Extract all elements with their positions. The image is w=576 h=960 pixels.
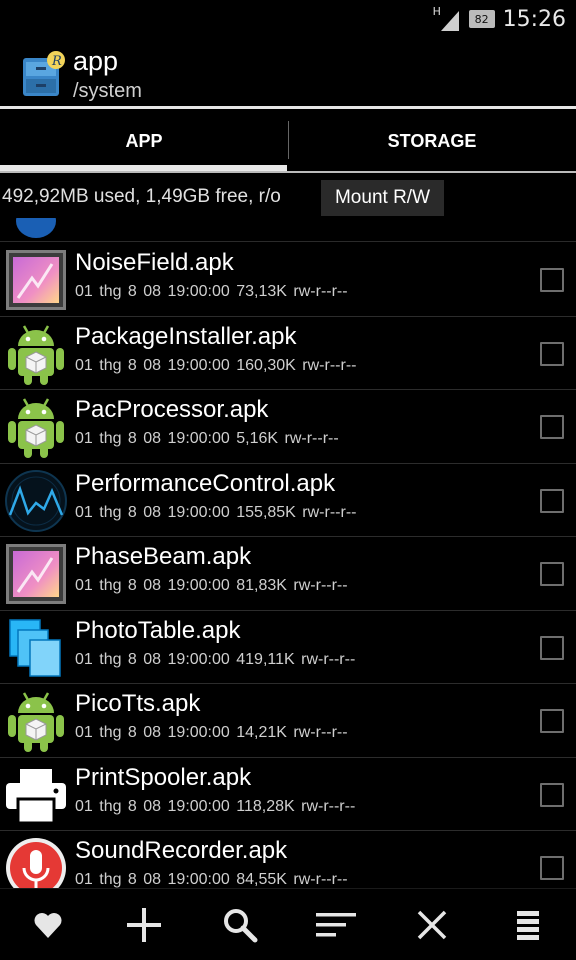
file-name: PhaseBeam.apk [75,543,252,570]
select-checkbox[interactable] [540,635,564,660]
file-name: PicoTts.apk [75,690,201,717]
mount-rw-button[interactable]: Mount R/W [321,180,444,216]
battery-level: 82 [474,12,489,26]
file-list[interactable]: NoiseField.apk 01 thg 8 08 19:00:00 73,1… [0,218,576,888]
select-checkbox[interactable] [540,415,564,439]
bottom-toolbar [0,888,576,960]
network-type: H [432,5,441,18]
file-details: 01 thg 8 08 19:00:00 160,30K rw-r--r-- [75,356,357,374]
action-bar: R app /system [0,38,576,106]
root-explorer-app-icon[interactable]: R [20,50,66,98]
battery-icon: 82 [468,10,495,28]
android-icon [4,322,68,386]
file-name: PrintSpooler.apk [75,763,252,791]
performance-graph-icon [4,469,68,533]
sort-icon[interactable] [314,903,358,947]
file-name: PacProcessor.apk [75,396,269,423]
photo-table-icon [4,616,68,680]
tab-divider [288,121,289,159]
select-checkbox[interactable] [540,709,564,733]
file-name: PerformanceControl.apk [75,469,336,497]
status-bar: H 82 15:26 [0,0,576,38]
folder-path: /system [73,80,142,102]
svg-text:R: R [51,54,62,69]
file-details: 01 thg 8 08 19:00:00 5,16K rw-r--r-- [75,430,339,447]
list-item[interactable]: NoiseField.apk 01 thg 8 08 19:00:00 73,1… [0,243,576,317]
select-checkbox[interactable] [540,488,564,513]
list-item[interactable]: PicoTts.apk 01 thg 8 08 19:00:00 14,21K … [0,684,576,758]
file-name: SoundRecorder.apk [75,837,288,864]
list-item[interactable]: PrintSpooler.apk 01 thg 8 08 19:00:00 11… [0,758,576,831]
tab-storage[interactable]: STORAGE [288,109,576,173]
file-details: 01 thg 8 08 19:00:00 84,55K rw-r--r-- [75,871,348,888]
gallery-icon [4,542,68,606]
tab-app[interactable]: APP [0,109,288,173]
storage-info-text: 492,92MB used, 1,49GB free, r/o [2,186,281,207]
folder-title: app [73,46,119,76]
file-details: 01 thg 8 08 19:00:00 14,21K rw-r--r-- [75,724,348,741]
select-checkbox[interactable] [540,268,564,292]
list-item[interactable]: PacProcessor.apk 01 thg 8 08 19:00:00 5,… [0,390,576,464]
favorite-icon[interactable] [26,903,70,947]
file-details: 01 thg 8 08 19:00:00 419,11K rw-r--r-- [75,650,356,668]
list-item[interactable]: SoundRecorder.apk 01 thg 8 08 19:00:00 8… [0,831,576,888]
select-checkbox[interactable] [540,341,564,366]
add-icon[interactable] [122,903,166,947]
android-icon [4,395,68,459]
clock: 15:26 [502,6,566,32]
tab-bar-underline [0,171,576,173]
file-name: NoiseField.apk [75,249,234,276]
file-details: 01 thg 8 08 19:00:00 81,83K rw-r--r-- [75,577,348,594]
search-icon[interactable] [218,903,262,947]
list-item[interactable]: PerformanceControl.apk 01 thg 8 08 19:00… [0,464,576,537]
file-name: PackageInstaller.apk [75,322,297,350]
gallery-icon [4,248,68,312]
storage-info-bar: 492,92MB used, 1,49GB free, r/o Mount R/… [0,178,576,218]
list-item[interactable]: PackageInstaller.apk 01 thg 8 08 19:00:0… [0,317,576,390]
file-details: 01 thg 8 08 19:00:00 118,28K rw-r--r-- [75,797,356,815]
app-icon [16,218,56,238]
select-checkbox[interactable] [540,856,564,880]
list-item[interactable]: PhaseBeam.apk 01 thg 8 08 19:00:00 81,83… [0,537,576,611]
printer-icon [4,763,68,827]
signal-icon: H [432,5,461,31]
select-checkbox[interactable] [540,782,564,807]
file-name: PhotoTable.apk [75,616,241,644]
file-details: 01 thg 8 08 19:00:00 155,85K rw-r--r-- [75,503,357,521]
partial-list-item[interactable] [0,218,576,242]
list-item[interactable]: PhotoTable.apk 01 thg 8 08 19:00:00 419,… [0,611,576,684]
microphone-icon [4,836,68,888]
android-icon [4,689,68,753]
file-details: 01 thg 8 08 19:00:00 73,13K rw-r--r-- [75,283,348,300]
select-checkbox[interactable] [540,562,564,586]
close-icon[interactable] [410,903,454,947]
menu-icon[interactable] [506,903,550,947]
